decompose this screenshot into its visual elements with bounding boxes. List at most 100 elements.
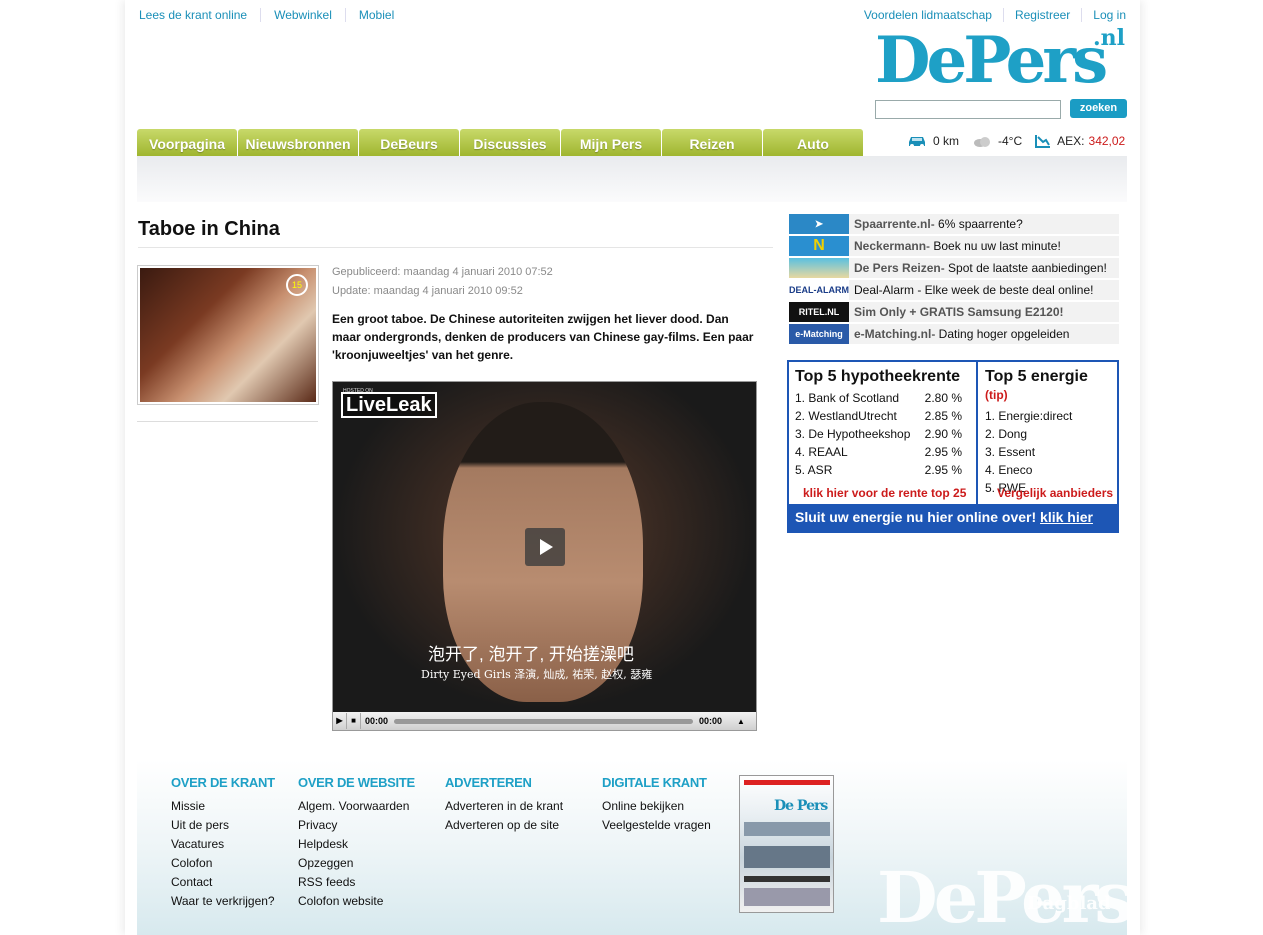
play-small-icon[interactable]: ▶	[333, 713, 347, 729]
footer-link[interactable]: Colofon	[171, 856, 275, 875]
seek-bar[interactable]	[394, 718, 693, 724]
video-controls: ▶ ■ 00:00 00:00 ▲	[333, 712, 756, 730]
tab-debeurs[interactable]: DeBeurs	[359, 129, 459, 156]
weather-info[interactable]: -4°C	[972, 134, 1022, 148]
vergelijk-link[interactable]: Vergelijk aanbieders	[997, 486, 1113, 500]
energie-top5: Top 5 energie (tip) 1. Energie:direct 2.…	[979, 362, 1117, 505]
video-subtitle-en: Dirty Eyed Girls 泽演, 灿成, 祐荣, 赵权, 瑟雍	[421, 668, 653, 681]
tab-voorpagina[interactable]: Voorpagina	[137, 129, 237, 156]
list-item[interactable]: 5. ASR 2.95 %	[795, 463, 970, 481]
hypotheek-top5: Top 5 hypotheekrente 1. Bank of Scotland…	[789, 362, 978, 505]
weather-value: -4°C	[998, 134, 1023, 148]
rates-box: Top 5 hypotheekrente 1. Bank of Scotland…	[787, 360, 1119, 533]
rente-top25-link[interactable]: klik hier voor de rente top 25	[803, 486, 966, 500]
car-icon	[909, 137, 925, 148]
neckermann-logo: N	[789, 236, 849, 256]
top-links: Lees de krant online Webwinkel Mobiel	[139, 8, 407, 22]
aex-value: 342,02	[1088, 134, 1126, 148]
top-link-webwinkel[interactable]: Webwinkel	[260, 8, 345, 22]
footer-link[interactable]: Opzeggen	[298, 856, 415, 875]
footer-link[interactable]: Privacy	[298, 818, 415, 837]
ritel-logo: RITEL.NL	[789, 302, 849, 322]
search-button[interactable]: zoeken	[1070, 99, 1127, 118]
stop-icon[interactable]: ■	[347, 713, 361, 729]
ad-spaarrente[interactable]: ➤ Spaarrente.nl - 6% spaarrente?	[789, 214, 1119, 234]
tab-mijn-pers[interactable]: Mijn Pers	[561, 129, 661, 156]
footer-link[interactable]: Colofon website	[298, 894, 415, 913]
article-title: Taboe in China	[138, 218, 280, 240]
footer-link[interactable]: Uit de pers	[171, 818, 275, 837]
video-subtitle-cn: 泡开了, 泡开了, 开始搓澡吧	[428, 645, 634, 664]
bird-icon: ➤	[789, 214, 849, 234]
deal-alarm-logo: DEAL-ALARM	[789, 280, 849, 300]
footer-link[interactable]: Vacatures	[171, 837, 275, 856]
liveleak-logo: LiveLeak	[341, 392, 437, 418]
published-date: Gepubliceerd: maandag 4 januari 2010 07:…	[332, 266, 553, 278]
newspaper-cover[interactable]: De Pers	[739, 775, 834, 913]
link-voordelen[interactable]: Voordelen lidmaatschap	[853, 8, 1003, 22]
divider	[137, 421, 318, 422]
article-thumbnail[interactable]: 15	[137, 265, 319, 405]
footer-link[interactable]: Helpdesk	[298, 837, 415, 856]
account-links: Voordelen lidmaatschap Registreer Log in	[853, 8, 1126, 22]
ad-pers-reizen[interactable]: De Pers Reizen - Spot de laatste aanbied…	[789, 258, 1119, 278]
tip-label: (tip)	[985, 388, 1008, 402]
aex-label: AEX:	[1057, 134, 1085, 148]
main-nav: Voorpagina Nieuwsbronnen DeBeurs Discuss…	[137, 129, 864, 156]
list-item[interactable]: 1. Bank of Scotland 2.80 %	[795, 391, 970, 409]
cloud-icon	[974, 137, 991, 147]
ad-ematching[interactable]: e-Matching e-Matching.nl - Dating hoger …	[789, 324, 1119, 344]
list-item[interactable]: 4. Eneco	[985, 463, 1111, 481]
footer-link[interactable]: Adverteren in de krant	[445, 799, 563, 818]
footer-link[interactable]: Algem. Voorwaarden	[298, 799, 415, 818]
energy-banner[interactable]: Sluit uw energie nu hier online over! kl…	[789, 504, 1117, 531]
footer-link[interactable]: Missie	[171, 799, 275, 818]
updated-date: Update: maandag 4 januari 2010 09:52	[332, 285, 523, 297]
list-item[interactable]: 1. Energie:direct	[985, 409, 1111, 427]
age-badge: 15	[286, 274, 308, 296]
ad-ritel[interactable]: RITEL.NL Sim Only + GRATIS Samsung E2120…	[789, 302, 1119, 322]
site-logo[interactable]: DePers .nl	[875, 25, 1127, 95]
aex-info[interactable]: AEX: 342,02	[1035, 134, 1125, 148]
top-link-mobiel[interactable]: Mobiel	[344, 8, 407, 22]
video-screen[interactable]: HOSTED ON LiveLeak 泡开了, 泡开了, 开始搓澡吧 Dirty…	[333, 382, 756, 712]
footer-link[interactable]: Contact	[171, 875, 275, 894]
beach-icon	[789, 258, 849, 278]
logo-suffix: .nl	[1092, 25, 1125, 51]
search-input[interactable]	[875, 100, 1061, 119]
footer-link[interactable]: Veelgestelde vragen	[602, 818, 711, 837]
ad-deal-alarm[interactable]: DEAL-ALARM Deal-Alarm - Elke week de bes…	[789, 280, 1119, 300]
volume-icon[interactable]: ▲	[726, 717, 756, 726]
info-bar: 0 km -4°C AEX: 342,02	[907, 134, 1138, 148]
list-item[interactable]: 3. Essent	[985, 445, 1111, 463]
logo-text: DePers	[875, 23, 1108, 98]
footer-link[interactable]: Waar te verkrijgen?	[171, 894, 275, 913]
video-player[interactable]: HOSTED ON LiveLeak 泡开了, 泡开了, 开始搓澡吧 Dirty…	[332, 381, 757, 731]
list-item[interactable]: 2. WestlandUtrecht 2.85 %	[795, 409, 970, 427]
traffic-value: 0 km	[933, 134, 960, 148]
list-item[interactable]: 3. De Hypotheekshop 2.90 %	[795, 427, 970, 445]
footer-col-digitaal: DIGITALE KRANT Online bekijken Veelgeste…	[602, 775, 711, 837]
top-link-krant[interactable]: Lees de krant online	[139, 8, 260, 22]
divider	[138, 247, 773, 248]
watermark-logo: DePers Dagblad	[877, 856, 1134, 935]
list-item[interactable]: 2. Dong	[985, 427, 1111, 445]
play-button[interactable]	[525, 528, 565, 566]
time-total: 00:00	[698, 716, 722, 726]
tab-reizen[interactable]: Reizen	[662, 129, 762, 156]
footer-link[interactable]: Online bekijken	[602, 799, 711, 818]
cover-logo: De Pers	[774, 798, 828, 814]
footer-col-krant: OVER DE KRANT Missie Uit de pers Vacatur…	[171, 775, 275, 913]
ad-neckermann[interactable]: N Neckermann - Boek nu uw last minute!	[789, 236, 1119, 256]
link-registreer[interactable]: Registreer	[1002, 8, 1081, 22]
time-current: 00:00	[365, 716, 389, 726]
footer-link[interactable]: RSS feeds	[298, 875, 415, 894]
tab-auto[interactable]: Auto	[763, 129, 863, 156]
link-login[interactable]: Log in	[1081, 8, 1126, 22]
footer-link[interactable]: Adverteren op de site	[445, 818, 563, 837]
tab-nieuwsbronnen[interactable]: Nieuwsbronnen	[238, 129, 358, 156]
tab-discussies[interactable]: Discussies	[460, 129, 560, 156]
energy-banner-link[interactable]: klik hier	[1040, 509, 1093, 525]
traffic-info[interactable]: 0 km	[907, 134, 959, 148]
list-item[interactable]: 4. REAAL 2.95 %	[795, 445, 970, 463]
